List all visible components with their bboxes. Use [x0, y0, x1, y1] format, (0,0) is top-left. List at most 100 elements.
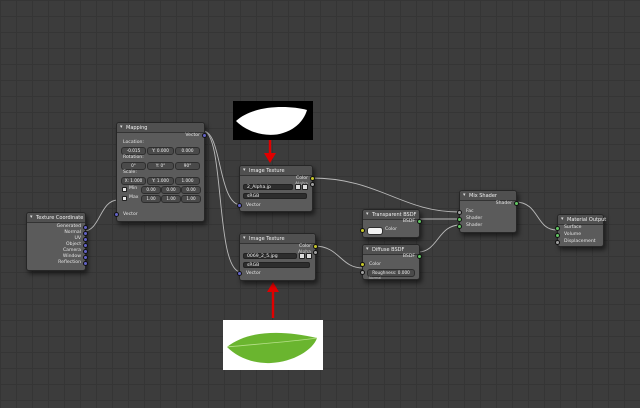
min-z-field[interactable]: 0.00: [181, 186, 201, 194]
socket-color-in[interactable]: [360, 228, 365, 233]
collapse-icon[interactable]: ▾: [30, 214, 33, 220]
transparent-bsdf-node[interactable]: ▾ Transparent BSDF BSDF Color: [360, 209, 422, 238]
input-normal-label: Normal: [369, 276, 382, 280]
colorspace-select[interactable]: sRGB: [243, 193, 307, 199]
image-selector[interactable]: 0069_2_5.jpg: [243, 253, 297, 259]
image-texture-alpha-node[interactable]: ▾ Image Texture Color Alpha 2_Alpha.jp s…: [237, 165, 315, 212]
link-uv-mapping: [83, 199, 119, 232]
texture-coordinate-node[interactable]: ▾ Texture Coordinate Generated Normal UV…: [26, 212, 88, 271]
node-title: Image Texture: [249, 167, 285, 174]
node-title: Transparent BSDF: [372, 211, 417, 218]
collapse-icon[interactable]: ▾: [463, 192, 466, 198]
socket-bsdf-out[interactable]: [417, 254, 422, 259]
max-x-field[interactable]: 1.00: [141, 195, 161, 203]
socket-color-out[interactable]: [310, 176, 315, 181]
collapse-icon[interactable]: ▾: [243, 167, 246, 173]
min-x-field[interactable]: 0.00: [141, 186, 161, 194]
socket-color-out[interactable]: [313, 244, 318, 249]
output-bsdf-label: BSDF: [402, 254, 415, 259]
socket-normal[interactable]: [83, 231, 88, 236]
socket-object[interactable]: [83, 243, 88, 248]
input-color-label: Color: [385, 227, 397, 232]
socket-vector-out[interactable]: [202, 133, 207, 138]
mapping-node[interactable]: ▾ Mapping Vector Location: -0.015 Y: 0.0…: [114, 122, 207, 222]
socket-bsdf-out[interactable]: [417, 219, 422, 224]
max-y-field[interactable]: 1.00: [161, 195, 181, 203]
rotation-z-field[interactable]: 90°: [175, 162, 200, 170]
max-z-field[interactable]: 1.00: [181, 195, 201, 203]
mix-shader-node[interactable]: ▾ Mix Shader Shader Fac Shader Shader: [457, 190, 519, 233]
scale-z-field[interactable]: 1.000: [175, 177, 200, 185]
socket-window[interactable]: [83, 255, 88, 260]
output-shader-label: Shader: [495, 201, 512, 206]
location-z-field[interactable]: 0.000: [175, 147, 200, 155]
location-x-field[interactable]: -0.015: [121, 147, 146, 155]
node-header[interactable]: ▾ Mix Shader: [460, 191, 516, 201]
socket-uv[interactable]: [83, 237, 88, 242]
socket-vector-in[interactable]: [237, 203, 242, 208]
node-title: Image Texture: [249, 235, 285, 242]
socket-surface-in[interactable]: [555, 226, 560, 231]
link-diffuse-shader: [417, 224, 461, 253]
diffuse-bsdf-node[interactable]: ▾ Diffuse BSDF BSDF Color Roughness: 0.0…: [360, 244, 422, 280]
socket-shader1-in[interactable]: [457, 217, 462, 222]
socket-vector-in[interactable]: [114, 212, 119, 217]
node-title: Material Output: [567, 216, 607, 223]
scale-label: Scale:: [123, 170, 137, 175]
socket-displacement-in[interactable]: [555, 240, 560, 245]
input-displacement-label: Displacement: [564, 239, 596, 244]
location-y-field[interactable]: Y: 0.000: [147, 147, 174, 155]
node-title: Texture Coordinate: [36, 214, 84, 221]
node-header[interactable]: ▾ Texture Coordinate: [27, 213, 85, 223]
input-vector-label: Vector: [123, 212, 138, 217]
socket-color-in[interactable]: [360, 262, 365, 267]
socket-shader-out[interactable]: [514, 201, 519, 206]
fake-user-icon[interactable]: [299, 253, 305, 259]
output-reflection-label: Reflection: [58, 260, 81, 265]
image-selector[interactable]: 2_Alpha.jp: [243, 184, 293, 190]
socket-camera[interactable]: [83, 249, 88, 254]
socket-roughness-in[interactable]: [360, 270, 365, 275]
scale-x-field[interactable]: X: 1.000: [121, 177, 146, 185]
input-shader2-label: Shader: [466, 223, 483, 228]
rotation-label: Rotation:: [123, 155, 144, 160]
link-mapping-alpha: [202, 130, 242, 206]
min-y-field[interactable]: 0.00: [161, 186, 181, 194]
rotation-x-field[interactable]: 0°: [121, 162, 146, 170]
color-swatch[interactable]: [367, 227, 383, 235]
output-vector-label: Vector: [185, 133, 200, 138]
node-header[interactable]: ▾ Mapping: [117, 123, 204, 133]
image-texture-color-node[interactable]: ▾ Image Texture Color Alpha 0069_2_5.jpg…: [237, 233, 318, 281]
collapse-icon[interactable]: ▾: [561, 216, 564, 222]
collapse-icon[interactable]: ▾: [120, 124, 123, 130]
scale-y-field[interactable]: Y: 1.000: [147, 177, 174, 185]
min-checkbox[interactable]: [122, 187, 127, 192]
output-bsdf-label: BSDF: [402, 219, 415, 224]
node-editor-canvas[interactable]: ▾ Texture Coordinate Generated Normal UV…: [0, 0, 640, 408]
material-output-node[interactable]: ▾ Material Output Surface Volume Displac…: [555, 214, 607, 247]
socket-vector-in[interactable]: [237, 271, 242, 276]
max-checkbox[interactable]: [122, 196, 127, 201]
colorspace-select[interactable]: sRGB: [243, 262, 310, 268]
input-vector-label: Vector: [246, 203, 261, 208]
socket-alpha-out[interactable]: [310, 182, 315, 187]
close-icon[interactable]: [306, 253, 312, 259]
close-icon[interactable]: [302, 184, 308, 190]
input-fac-label: Fac: [466, 209, 474, 214]
node-header[interactable]: ▾ Image Texture: [240, 234, 315, 244]
node-header[interactable]: ▾ Image Texture: [240, 166, 312, 176]
collapse-icon[interactable]: ▾: [366, 246, 369, 252]
input-volume-label: Volume: [564, 232, 582, 237]
fake-user-icon[interactable]: [295, 184, 301, 190]
socket-reflection[interactable]: [83, 261, 88, 266]
location-label: Location:: [123, 140, 144, 145]
socket-alpha-out[interactable]: [313, 250, 318, 255]
collapse-icon[interactable]: ▾: [243, 235, 246, 241]
rotation-y-field[interactable]: Y: 0°: [147, 162, 174, 170]
socket-generated[interactable]: [83, 225, 88, 230]
node-header[interactable]: ▾ Material Output: [558, 215, 607, 225]
socket-shader2-in[interactable]: [457, 224, 462, 229]
socket-volume-in[interactable]: [555, 233, 560, 238]
collapse-icon[interactable]: ▾: [366, 211, 369, 217]
socket-fac-in[interactable]: [457, 210, 462, 215]
